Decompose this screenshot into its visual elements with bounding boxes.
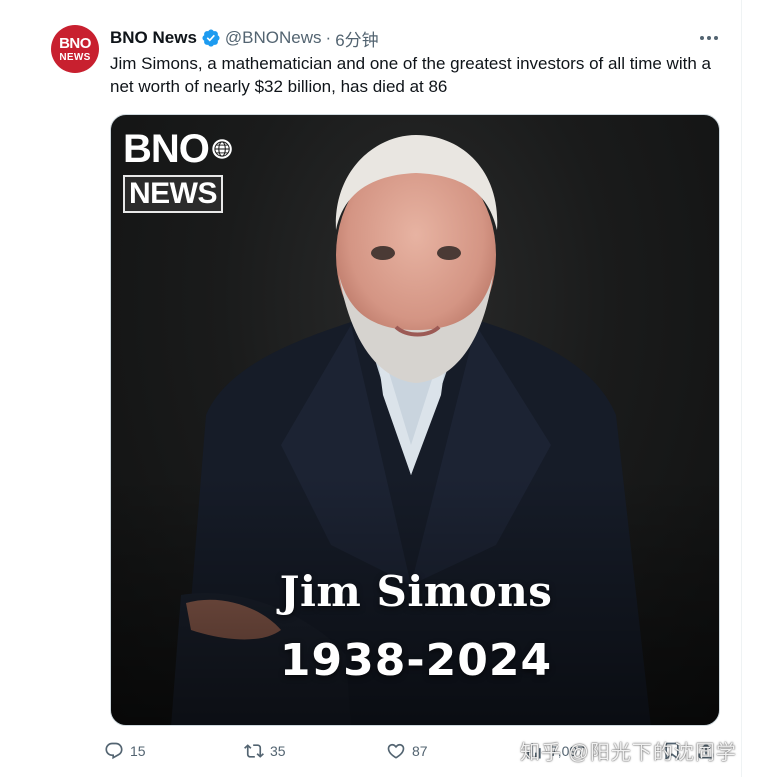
column-divider xyxy=(741,0,742,777)
avatar-logo-bottom: NEWS xyxy=(59,51,91,63)
like-count: 87 xyxy=(412,743,428,759)
avatar[interactable]: BNO NEWS xyxy=(51,25,99,73)
like-icon xyxy=(387,743,405,759)
tweet-text: Jim Simons, a mathematician and one of t… xyxy=(110,54,711,96)
caption-name: Jim Simons xyxy=(279,567,553,616)
author-handle[interactable]: @BNONews xyxy=(225,28,322,48)
reply-button[interactable]: 15 xyxy=(104,737,146,765)
bno-logo-text: BNO xyxy=(123,127,210,171)
globe-icon xyxy=(212,139,232,159)
retweet-count: 35 xyxy=(270,743,286,759)
caption-years: 1938-2024 xyxy=(279,635,553,686)
verified-badge-icon xyxy=(202,29,220,47)
watermark-text: 知乎 @阳光下的沈同学 xyxy=(520,742,737,764)
tweet-header: BNO News @BNONews · 6分钟 xyxy=(110,26,379,51)
author-name[interactable]: BNO News xyxy=(110,28,197,48)
bno-news-logo: BNO NEWS xyxy=(123,129,233,213)
retweet-icon xyxy=(244,744,264,758)
timestamp[interactable]: 6分钟 xyxy=(335,26,378,51)
news-logo-text: NEWS xyxy=(123,175,223,213)
like-button[interactable]: 87 xyxy=(386,737,428,765)
reply-count: 15 xyxy=(130,743,146,759)
retweet-button[interactable]: 35 xyxy=(244,737,286,765)
more-options-icon[interactable] xyxy=(696,28,722,48)
tweet-media-image[interactable]: BNO NEWS Jim Simons 1938-2024 xyxy=(110,114,720,726)
separator-dot: · xyxy=(325,28,332,47)
avatar-logo-top: BNO xyxy=(59,34,91,52)
tweet-card[interactable]: BNO NEWS BNO News @BNONews · 6分钟 Jim Sim… xyxy=(0,0,764,777)
reply-icon xyxy=(105,742,123,760)
